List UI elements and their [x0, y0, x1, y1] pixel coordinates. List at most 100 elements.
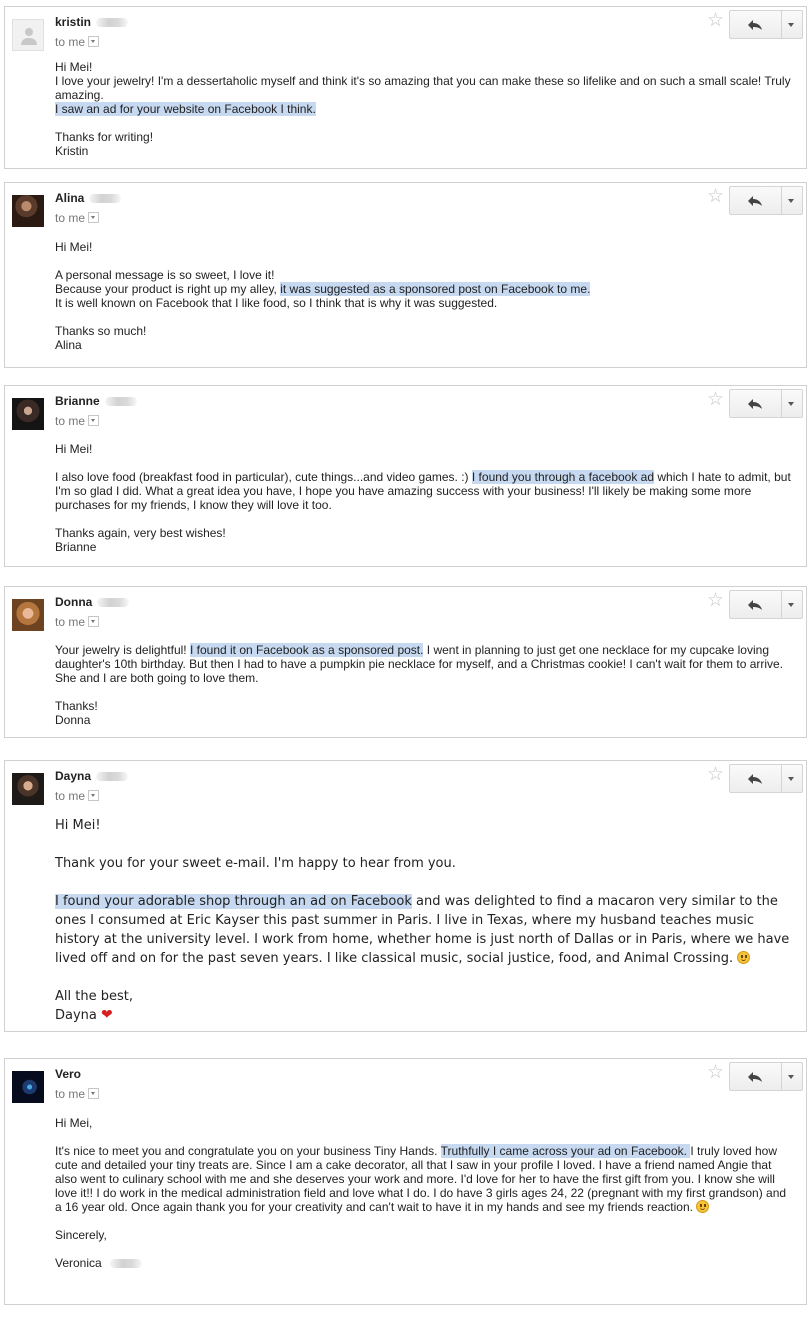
reply-arrow-icon: [748, 774, 762, 784]
reply-button-group: [729, 764, 803, 793]
smiley-icon: [737, 951, 751, 964]
body-text: It is well known on Facebook that I like…: [55, 296, 498, 310]
more-options-button[interactable]: [781, 1063, 802, 1090]
details-dropdown-icon[interactable]: [88, 616, 100, 627]
body-text: It's nice to meet you and congratulate y…: [55, 1144, 441, 1158]
reply-button-group: [729, 1062, 803, 1091]
highlighted-text: I saw an ad for your website on Facebook…: [55, 102, 316, 116]
sender-name[interactable]: kristin: [55, 15, 129, 29]
smiley-icon: [696, 1200, 710, 1213]
reply-arrow-icon: [748, 600, 762, 610]
details-dropdown-icon[interactable]: [88, 790, 100, 801]
email-body: Hi Mei, It's nice to meet you and congra…: [55, 1116, 796, 1270]
star-icon[interactable]: ☆: [707, 187, 724, 207]
body-text: Hi Mei!: [55, 60, 93, 74]
reply-button[interactable]: [730, 187, 782, 214]
reply-arrow-icon: [748, 399, 762, 409]
body-paragraph: Thanks for writing!: [55, 130, 796, 144]
body-text: Donna: [55, 713, 91, 727]
body-paragraph: Brianne: [55, 540, 796, 554]
body-text: Hi Mei!: [55, 442, 93, 456]
body-text: Brianne: [55, 540, 97, 554]
body-paragraph: Thank you for your sweet e-mail. I'm hap…: [55, 854, 796, 873]
body-paragraph: Hi Mei!: [55, 442, 796, 456]
star-icon[interactable]: ☆: [707, 11, 724, 31]
email-card: Vero to me ☆ Hi Mei, It's nice to meet y…: [4, 1058, 807, 1305]
reply-button[interactable]: [730, 11, 782, 38]
body-paragraph: [55, 116, 796, 130]
email-card: Alina to me ☆ Hi Mei! A personal message…: [4, 182, 807, 368]
body-paragraph: It is well known on Facebook that I like…: [55, 296, 796, 310]
body-paragraph: A personal message is so sweet, I love i…: [55, 268, 796, 282]
body-paragraph: [55, 1214, 796, 1228]
email-body: Your jewelry is delightful! I found it o…: [55, 643, 796, 727]
redacted-surname: [110, 1259, 143, 1269]
body-paragraph: [55, 835, 796, 854]
more-options-button[interactable]: [781, 390, 802, 417]
details-dropdown-icon[interactable]: [88, 1088, 100, 1099]
photo-avatar-icon[interactable]: [12, 773, 44, 805]
body-paragraph: [55, 512, 796, 526]
star-icon[interactable]: ☆: [707, 765, 724, 785]
photo-avatar-icon[interactable]: [12, 599, 44, 631]
reply-button-group: [729, 590, 803, 619]
body-paragraph: [55, 310, 796, 324]
redacted-surname: [89, 194, 122, 204]
more-options-button[interactable]: [781, 591, 802, 618]
sender-name[interactable]: Brianne: [55, 394, 137, 408]
email-body: Hi Mei! I love your jewelry! I'm a desser…: [55, 60, 796, 158]
star-icon[interactable]: ☆: [707, 591, 724, 611]
photo-avatar-icon[interactable]: [12, 195, 44, 227]
redacted-surname: [97, 598, 130, 608]
more-options-button[interactable]: [781, 187, 802, 214]
email-body: Hi Mei! I also love food (breakfast food…: [55, 442, 796, 554]
recipient-line: to me: [55, 414, 100, 428]
body-paragraph: Alina: [55, 338, 796, 352]
more-options-button[interactable]: [781, 765, 802, 792]
details-dropdown-icon[interactable]: [88, 212, 100, 223]
body-text: Sincerely,: [55, 1228, 107, 1242]
reply-button[interactable]: [730, 1063, 782, 1090]
body-text: Thanks!: [55, 699, 98, 713]
photo-avatar-icon[interactable]: [12, 1071, 44, 1103]
body-paragraph: I also love food (breakfast food in part…: [55, 470, 796, 512]
body-paragraph: [55, 254, 796, 268]
body-paragraph: Kristin: [55, 144, 796, 158]
details-dropdown-icon[interactable]: [88, 415, 100, 426]
sender-name[interactable]: Alina: [55, 191, 122, 205]
email-body: Hi Mei! A personal message is so sweet, …: [55, 240, 796, 352]
body-paragraph: Your jewelry is delightful! I found it o…: [55, 643, 796, 685]
reply-button-group: [729, 186, 803, 215]
star-icon[interactable]: ☆: [707, 390, 724, 410]
reply-button[interactable]: [730, 390, 782, 417]
details-dropdown-icon[interactable]: [88, 36, 100, 47]
sender-name[interactable]: Dayna: [55, 769, 129, 783]
star-icon[interactable]: ☆: [707, 1063, 724, 1083]
body-paragraph: Because your product is right up my alle…: [55, 282, 796, 296]
body-paragraph: Dayna ❤: [55, 1006, 796, 1025]
recipient-line: to me: [55, 789, 100, 803]
highlighted-text: Truthfully I came across your ad on Face…: [440, 1144, 691, 1158]
sender-name[interactable]: Vero: [55, 1067, 81, 1081]
body-paragraph: Hi Mei!: [55, 60, 796, 74]
reply-button-group: [729, 10, 803, 39]
sender-name[interactable]: Donna: [55, 595, 130, 609]
default-avatar-icon[interactable]: [12, 19, 44, 51]
body-text: Hi Mei!: [55, 240, 93, 254]
body-paragraph: Thanks so much!: [55, 324, 796, 338]
body-paragraph: Sincerely,: [55, 1228, 796, 1242]
photo-avatar-icon[interactable]: [12, 398, 44, 430]
reply-button-group: [729, 389, 803, 418]
body-text: Alina: [55, 338, 82, 352]
recipient-line: to me: [55, 35, 100, 49]
more-options-button[interactable]: [781, 11, 802, 38]
email-card: Donna to me ☆ Your jewelry is delightful…: [4, 586, 807, 738]
body-text: Hi Mei,: [55, 1116, 93, 1130]
reply-button[interactable]: [730, 591, 782, 618]
body-text: Hi Mei!: [55, 818, 101, 833]
reply-button[interactable]: [730, 765, 782, 792]
body-text: Veronica: [55, 1256, 106, 1270]
body-text: Thanks for writing!: [55, 130, 154, 144]
body-paragraph: I saw an ad for your website on Facebook…: [55, 102, 796, 116]
body-paragraph: Hi Mei!: [55, 816, 796, 835]
